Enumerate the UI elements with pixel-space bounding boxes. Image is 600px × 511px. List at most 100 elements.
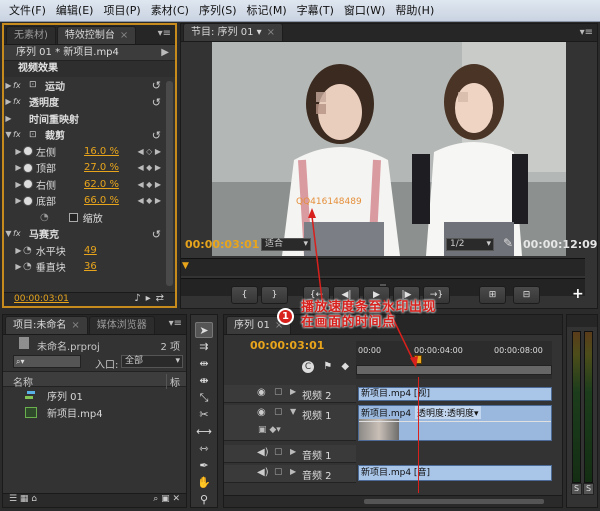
fx-icon[interactable]: fx xyxy=(13,81,29,90)
razor-tool-icon[interactable]: ✂ xyxy=(195,407,213,423)
hand-tool-icon[interactable]: ✋ xyxy=(195,475,213,491)
expand-triangle-icon[interactable]: ▶ xyxy=(14,196,23,205)
reset-icon[interactable]: ↺ xyxy=(152,129,161,142)
lock-icon[interactable]: ▢ xyxy=(274,407,283,417)
tab-effect-controls[interactable]: 特效控制台 × xyxy=(56,26,137,44)
reset-icon[interactable]: ↺ xyxy=(152,96,161,109)
close-icon[interactable]: × xyxy=(120,30,128,41)
tab-media-browser[interactable]: 媒体浏览器 xyxy=(88,316,155,334)
expand-triangle-icon[interactable]: ▶ xyxy=(14,246,23,255)
playhead-icon[interactable] xyxy=(414,355,422,364)
effect-motion[interactable]: ▶ fx ⊡ 运动 ↺ xyxy=(4,77,175,94)
expand-triangle-icon[interactable]: ▶ xyxy=(4,81,13,90)
selection-tool-icon[interactable]: ➤ xyxy=(195,322,213,338)
timeline-clip[interactable]: 新项目.mp4 [视] xyxy=(358,387,552,401)
track-video-2[interactable]: ◉ ▢ ▶ 视频 2 xyxy=(224,385,356,403)
track-select-tool-icon[interactable]: ⇉ xyxy=(195,339,213,355)
playhead-marker-icon[interactable]: ▼ xyxy=(182,261,189,271)
expand-triangle-icon[interactable]: ▶ xyxy=(14,180,23,189)
panel-menu-icon[interactable]: ▾≡ xyxy=(158,28,171,39)
opacity-line[interactable] xyxy=(359,421,551,422)
expand-triangle-icon[interactable]: ▶ xyxy=(290,387,296,396)
eye-icon[interactable]: ◉ xyxy=(257,387,266,398)
reset-icon[interactable]: ↺ xyxy=(152,228,161,241)
lock-icon[interactable]: ▢ xyxy=(274,387,283,397)
resolution-dropdown[interactable]: 1/2 ▾ xyxy=(446,238,494,251)
effect-time-remap[interactable]: ▶ 时间重映射 xyxy=(4,110,175,127)
panel-menu-icon[interactable]: ▾≡ xyxy=(169,318,182,329)
menu-sequence[interactable]: 序列(S) xyxy=(194,2,242,20)
keyframe-nav-icon[interactable]: ◀ ◆ ▶ xyxy=(137,163,161,172)
menu-window[interactable]: 窗口(W) xyxy=(339,2,390,20)
pen-tool-icon[interactable]: ✒ xyxy=(195,458,213,474)
marker-icon[interactable]: ⚑ xyxy=(323,361,332,372)
stopwatch-icon[interactable] xyxy=(23,179,33,190)
vertical-blocks-value[interactable]: 36 xyxy=(84,261,97,272)
timeline-timecode[interactable]: 00:00:03:01 xyxy=(250,339,324,352)
collapse-triangle-icon[interactable]: ▼ xyxy=(290,407,296,416)
eye-icon[interactable]: ◉ xyxy=(257,407,266,418)
chevron-down-icon[interactable]: ▾ xyxy=(257,27,262,38)
tab-project[interactable]: 项目:未命名 × xyxy=(5,316,88,334)
horizontal-blocks-value[interactable]: 49 xyxy=(84,245,97,256)
effect-mosaic[interactable]: ▼ fx 马赛克 ↺ xyxy=(4,226,175,243)
stopwatch-icon[interactable] xyxy=(23,162,33,173)
snap-icon[interactable]: C xyxy=(302,361,314,373)
reset-icon[interactable]: ↺ xyxy=(152,79,161,92)
menu-file[interactable]: 文件(F) xyxy=(4,2,51,20)
footer-timecode[interactable]: 00:00:03:01 xyxy=(14,294,69,304)
program-ruler[interactable]: ▼ xyxy=(181,258,585,276)
collapse-triangle-icon[interactable]: ▼ xyxy=(4,130,13,139)
expand-triangle-icon[interactable]: ▶ xyxy=(290,447,296,456)
track-audio-1[interactable]: ◀) ▢ ▶ 音频 1 xyxy=(224,445,356,463)
menu-help[interactable]: 帮助(H) xyxy=(390,2,439,20)
effect-crop[interactable]: ▼ fx ⊡ 裁剪 ↺ xyxy=(4,127,175,144)
timeline-clip-main[interactable]: 新项目.mp4 透明度:透明度▾ xyxy=(358,405,552,441)
program-current-timecode[interactable]: 00:00:03:01 xyxy=(185,238,259,251)
search-input[interactable]: ⌕▾ xyxy=(13,355,81,368)
expand-triangle-icon[interactable]: ▶ xyxy=(4,114,13,123)
slip-tool-icon[interactable]: ⟷ xyxy=(195,424,213,440)
footer-icons[interactable]: ♪▸⇄ xyxy=(134,293,169,304)
clip-effect-dropdown[interactable]: 透明度:透明度▾ xyxy=(415,406,481,419)
effect-controls-scrollbar[interactable] xyxy=(166,81,173,286)
track-video-1[interactable]: ◉ ▢ ▼ 视频 1 ▣ ◆▾ xyxy=(224,405,356,441)
lock-icon[interactable]: ▢ xyxy=(274,447,283,457)
zoom-tool-icon[interactable]: ⚲ xyxy=(195,492,213,507)
close-icon[interactable]: × xyxy=(267,27,275,38)
project-item-clip[interactable]: 新项目.mp4 xyxy=(3,404,186,421)
extract-button[interactable]: ⊟ xyxy=(513,286,540,304)
footer-tools-icon[interactable]: ⌕ ▣ ✕ xyxy=(153,494,180,504)
expand-triangle-icon[interactable]: ▶ xyxy=(14,163,23,172)
stopwatch-small-icon[interactable]: ◔ xyxy=(23,245,32,256)
stopwatch-icon[interactable] xyxy=(23,195,33,206)
keyframe-nav-icon[interactable]: ◀ ◆ ▶ xyxy=(137,196,161,205)
rate-stretch-tool-icon[interactable]: ⤡ xyxy=(195,390,213,406)
menu-marker[interactable]: 标记(M) xyxy=(242,2,292,20)
fx-icon[interactable]: fx xyxy=(13,130,29,139)
menu-clip[interactable]: 素材(C) xyxy=(146,2,194,20)
play-triangle-icon[interactable]: ▶ xyxy=(161,45,169,61)
expand-triangle-icon[interactable]: ▶ xyxy=(14,262,23,271)
keyframe-toggle-icon[interactable]: ▣ ◆▾ xyxy=(258,425,281,435)
fx-icon[interactable]: fx xyxy=(13,229,29,238)
entry-dropdown[interactable]: 全部 ▾ xyxy=(121,355,183,368)
fit-dropdown[interactable]: 适合 ▾ xyxy=(261,238,311,251)
playhead-line[interactable] xyxy=(418,377,419,493)
expand-triangle-icon[interactable]: ▶ xyxy=(290,467,296,476)
stopwatch-small-icon[interactable]: ◔ xyxy=(23,261,32,272)
expand-triangle-icon[interactable]: ▶ xyxy=(4,97,13,106)
mark-in-button[interactable]: { xyxy=(231,286,258,304)
list-view-icon[interactable]: ☰ ▦ ⌂ xyxy=(9,494,37,504)
rolling-edit-tool-icon[interactable]: ⇼ xyxy=(195,373,213,389)
tab-source[interactable]: 无素材) xyxy=(6,26,56,44)
solo-right-button[interactable]: S xyxy=(583,483,594,495)
keyframe-nav-icon[interactable]: ◀ ◇ ▶ xyxy=(137,147,161,156)
project-item-sequence[interactable]: 序列 01 xyxy=(3,387,186,404)
fx-icon[interactable]: fx xyxy=(13,97,29,106)
wrench-icon[interactable]: ✎ xyxy=(503,236,513,250)
close-icon[interactable]: × xyxy=(71,320,79,331)
track-audio-2[interactable]: ◀) ▢ ▶ 音频 2 xyxy=(224,465,356,483)
keyframe-icon[interactable]: ◆ xyxy=(341,361,349,372)
crop-left-value[interactable]: 16.0 % xyxy=(84,146,119,157)
